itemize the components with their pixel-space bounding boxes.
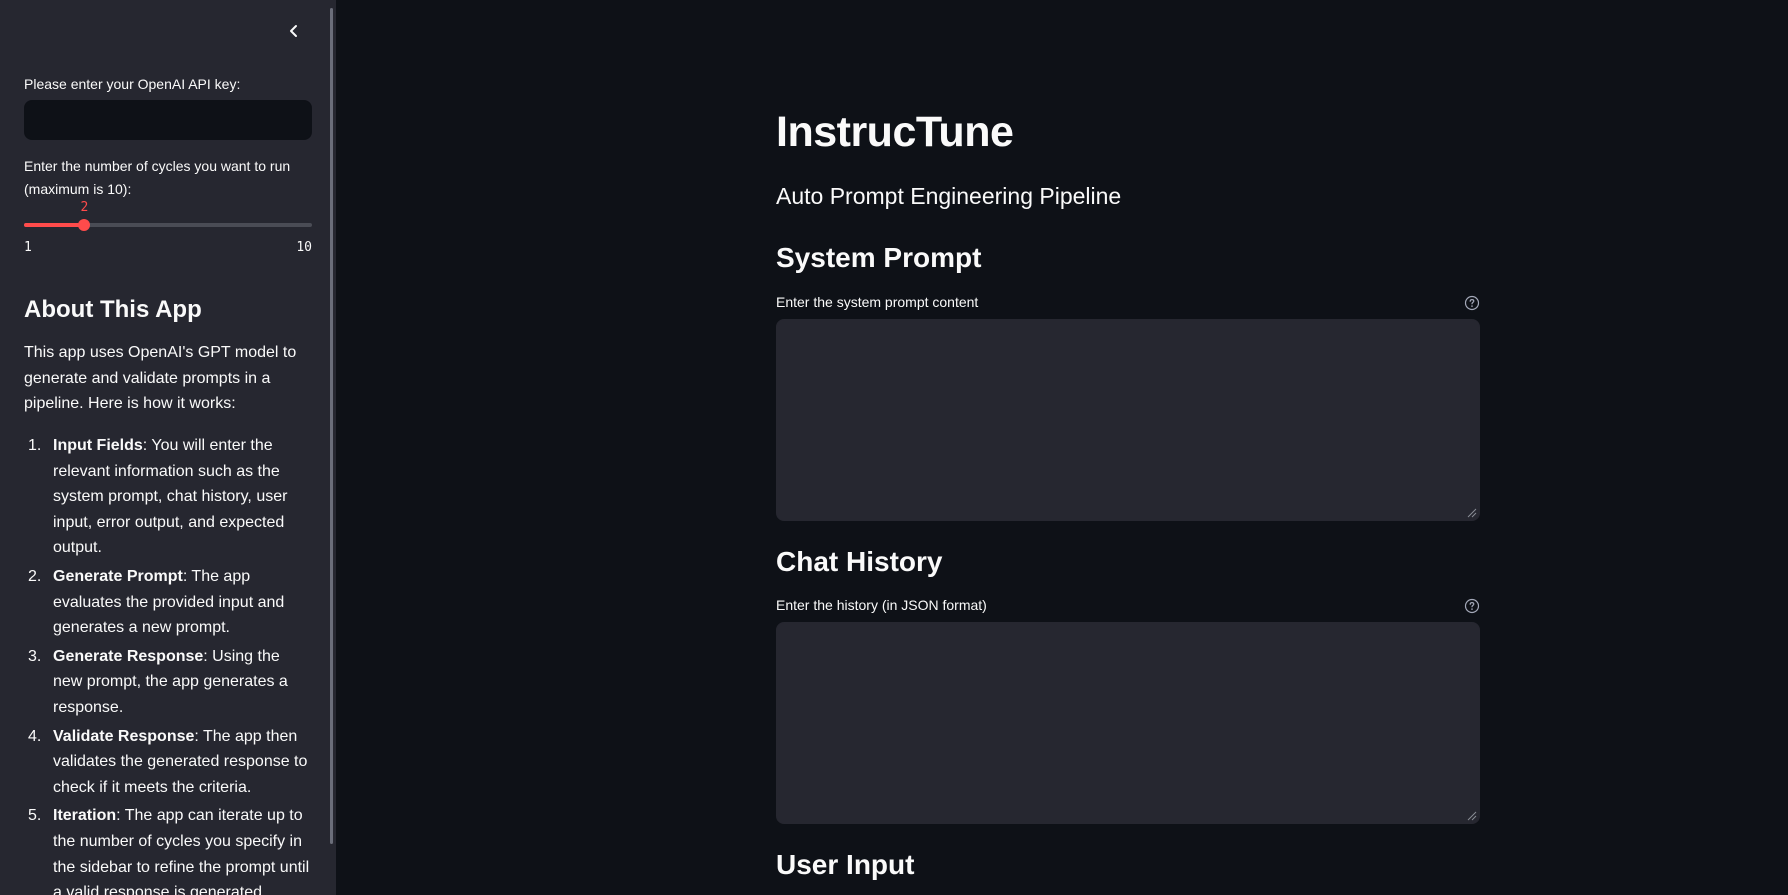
- slider-max-label: 10: [296, 240, 312, 255]
- step-title: Generate Prompt: [53, 567, 183, 585]
- slider-thumb[interactable]: [78, 219, 91, 231]
- list-item: 2. Generate Prompt: The app evaluates the…: [24, 564, 312, 641]
- chevron-left-icon: [290, 25, 297, 37]
- list-number: 1.: [28, 437, 42, 454]
- slider-current-value: 2: [80, 200, 89, 215]
- step-title: Validate Response: [53, 727, 195, 745]
- list-number: 5.: [28, 807, 42, 825]
- user-input-heading: User Input: [776, 849, 915, 880]
- collapse-sidebar-button[interactable]: [283, 20, 305, 42]
- slider-min-label: 1: [24, 240, 32, 255]
- page-title: InstrucTune: [776, 108, 1014, 156]
- chat-history-label: Enter the history (in JSON format): [776, 597, 987, 613]
- about-intro: This app uses OpenAI's GPT model to gene…: [24, 344, 297, 413]
- page-subtitle: Auto Prompt Engineering Pipeline: [776, 183, 1122, 209]
- slider-track[interactable]: [24, 223, 312, 227]
- list-item: 4. Validate Response: The app then valida…: [24, 724, 312, 801]
- slider-fill: [24, 223, 85, 227]
- cycles-slider[interactable]: 2 1 10: [24, 200, 312, 260]
- how-it-works-list: 1. Input Fields: You will enter the relev…: [24, 433, 312, 895]
- question-circle-icon[interactable]: [1464, 295, 1480, 311]
- api-key-input[interactable]: [24, 100, 312, 140]
- step-title: Iteration: [53, 807, 117, 825]
- list-number: 4.: [28, 727, 42, 745]
- list-number: 3.: [28, 647, 42, 665]
- cycles-label: Enter the number of cycles you want to r…: [24, 158, 291, 197]
- chat-history-heading: Chat History: [776, 546, 943, 577]
- list-item: 1. Input Fields: You will enter the relev…: [24, 433, 312, 561]
- about-title: About This App: [24, 296, 202, 323]
- sidebar-scrollbar[interactable]: [330, 8, 333, 844]
- step-title: Generate Response: [53, 647, 204, 665]
- chat-history-textarea[interactable]: [776, 622, 1480, 824]
- list-number: 2.: [28, 567, 42, 585]
- sidebar: Please enter your OpenAI API key: Enter …: [0, 0, 336, 895]
- step-text: : You will enter the relevant informatio…: [53, 437, 288, 557]
- system-prompt-textarea[interactable]: [776, 319, 1480, 521]
- list-item: 3. Generate Response: Using the new promp…: [24, 644, 312, 721]
- api-key-label: Please enter your OpenAI API key:: [24, 76, 241, 92]
- system-prompt-label: Enter the system prompt content: [776, 294, 979, 310]
- step-title: Input Fields: [53, 437, 143, 454]
- question-circle-icon[interactable]: [1464, 598, 1480, 614]
- list-item: 5. Iteration: The app can iterate up to t…: [24, 803, 312, 895]
- system-prompt-heading: System Prompt: [776, 242, 982, 273]
